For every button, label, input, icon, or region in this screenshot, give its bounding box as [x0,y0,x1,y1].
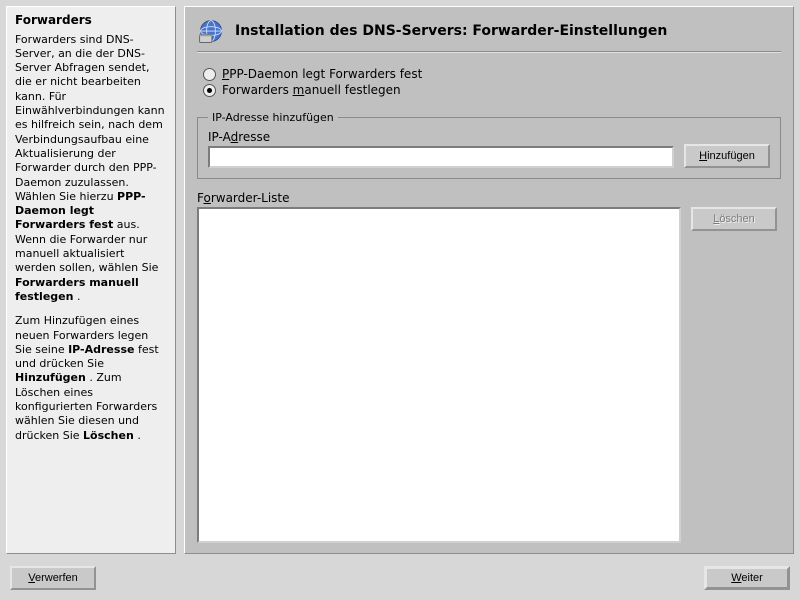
main-panel: Installation des DNS-Servers: Forwarder-… [184,6,794,554]
add-ip-groupbox: IP-Adresse hinzufügen IP-Adresse Hinzufü… [197,111,781,179]
help-panel: Forwarders Forwarders sind DNS-Server, a… [6,6,176,554]
help-heading: Forwarders [15,13,167,29]
app-root: Forwarders Forwarders sind DNS-Server, a… [0,0,800,600]
ip-address-input[interactable] [208,146,674,168]
page-title: Installation des DNS-Servers: Forwarder-… [235,23,667,39]
radio-ppp-daemon[interactable]: PPP-Daemon legt Forwarders fest [203,67,781,81]
radio-icon [203,68,216,81]
add-button[interactable]: Hinzufügen [684,144,770,168]
add-ip-row: IP-Adresse Hinzufügen [208,130,770,168]
forwarder-list-row: Löschen [197,207,781,543]
dns-globe-icon [197,17,225,45]
delete-button[interactable]: Löschen [691,207,777,231]
next-button[interactable]: Weiter [704,566,790,590]
add-ip-legend: IP-Adresse hinzufügen [208,111,338,124]
add-button-col: Hinzufügen [684,144,770,168]
forwarder-list-label: Forwarder-Liste [197,191,781,205]
title-row: Installation des DNS-Servers: Forwarder-… [197,17,781,53]
wizard-buttons: Verwerfen Weiter [6,554,794,594]
help-para-2: Zum Hinzufügen eines neuen Forwarders le… [15,314,167,443]
ip-field-col: IP-Adresse [208,130,674,168]
radio-manual[interactable]: Forwarders manuell festlegen [203,83,781,97]
ip-field-label: IP-Adresse [208,130,674,144]
forwarder-list-area: Forwarder-Liste Löschen [197,191,781,543]
forwarder-listbox[interactable] [197,207,681,543]
forwarder-mode-group: PPP-Daemon legt Forwarders fest Forwarde… [203,65,781,99]
help-para-1: Forwarders sind DNS-Server, an die der D… [15,33,167,305]
abort-button[interactable]: Verwerfen [10,566,96,590]
radio-icon [203,84,216,97]
list-side-buttons: Löschen [691,207,781,543]
top-area: Forwarders Forwarders sind DNS-Server, a… [6,6,794,554]
radio-ppp-label: PPP-Daemon legt Forwarders fest [222,67,422,81]
radio-manual-label: Forwarders manuell festlegen [222,83,401,97]
